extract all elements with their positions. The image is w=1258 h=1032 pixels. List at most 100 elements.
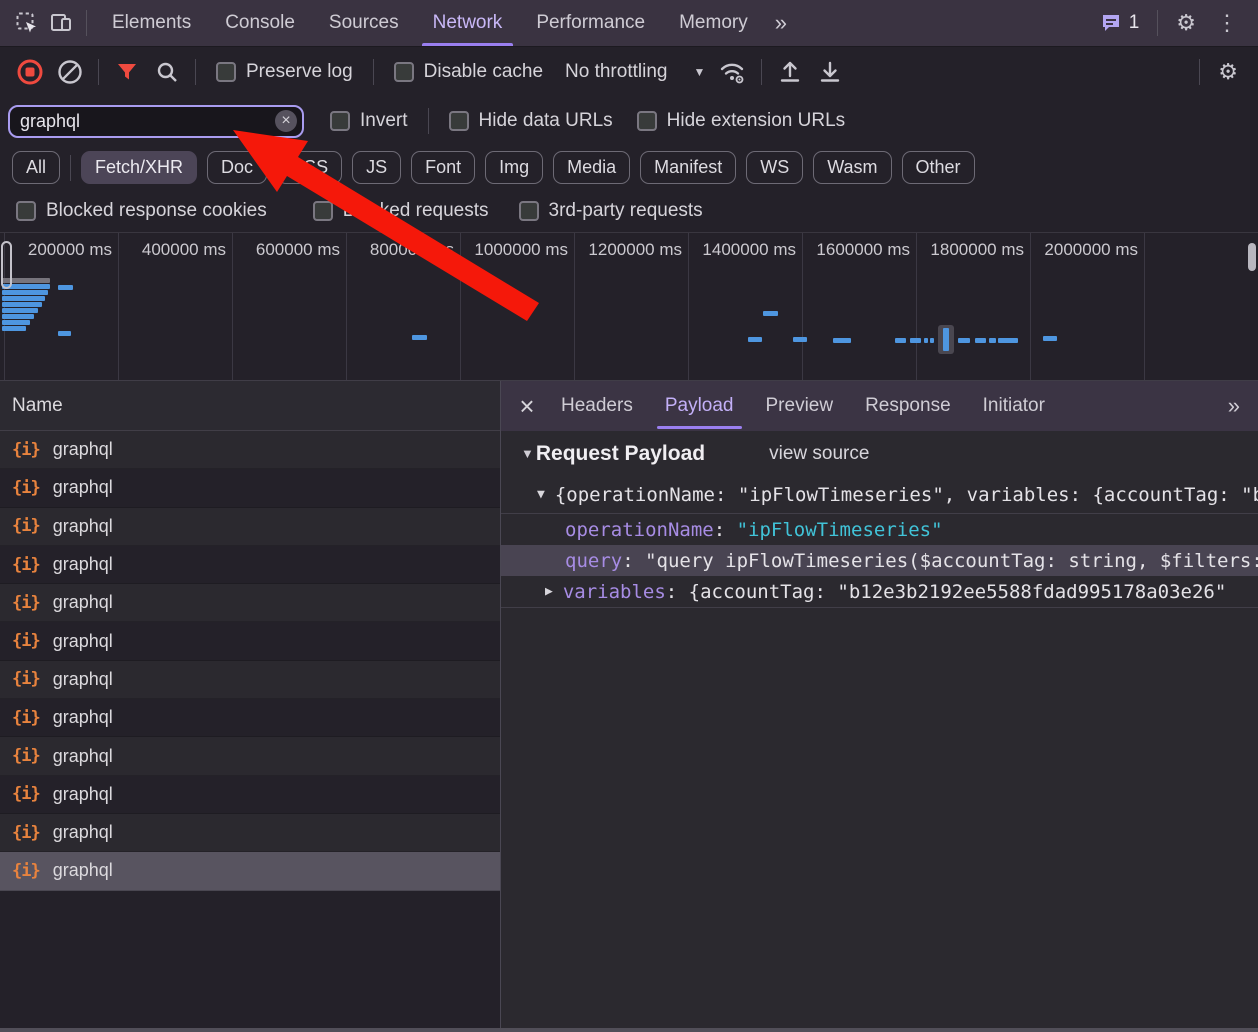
network-overview-timeline[interactable]: 200000 ms 400000 ms 600000 ms 800000 ms … <box>0 232 1258 381</box>
blocked-response-cookies-checkbox[interactable]: Blocked response cookies <box>16 200 267 222</box>
json-request-icon: {i} <box>12 860 41 881</box>
request-name: graphql <box>52 592 113 613</box>
checkbox[interactable] <box>216 61 236 82</box>
waterfall-bar <box>930 338 934 343</box>
import-har-icon[interactable] <box>770 52 810 92</box>
tab-payload[interactable]: Payload <box>649 381 750 431</box>
preserve-log-checkbox[interactable]: Preserve log <box>216 61 353 83</box>
device-toolbar-icon[interactable] <box>44 0 78 46</box>
tab-headers[interactable]: Headers <box>545 381 649 431</box>
chip-font[interactable]: Font <box>411 151 476 184</box>
payload-value: "query ipFlowTimeseries($accountTag: str… <box>645 549 1258 572</box>
request-row[interactable]: {i} graphql <box>0 737 500 776</box>
invert-checkbox[interactable]: Invert <box>330 110 408 132</box>
waterfall-bar <box>748 337 762 342</box>
request-row[interactable]: {i} graphql <box>0 699 500 738</box>
divider <box>1157 10 1159 36</box>
tab-memory[interactable]: Memory <box>662 0 765 46</box>
disable-cache-label: Disable cache <box>423 60 544 82</box>
request-row[interactable]: {i} graphql <box>0 584 500 623</box>
disable-cache-checkbox[interactable]: Disable cache <box>393 60 544 83</box>
filter-input[interactable] <box>20 110 268 132</box>
clear-filter-icon[interactable]: × <box>275 110 297 132</box>
tab-preview[interactable]: Preview <box>750 381 850 431</box>
export-har-icon[interactable] <box>810 52 850 92</box>
payload-preview-line[interactable]: ▼ {operationName: "ipFlowTimeseries", va… <box>501 476 1258 513</box>
more-tabs-icon[interactable]: » <box>765 10 797 36</box>
hide-data-urls-checkbox[interactable]: Hide data URLs <box>448 110 613 132</box>
blocked-requests-checkbox[interactable]: Blocked requests <box>312 200 489 222</box>
payload-row-variables[interactable]: ▶ variables: {accountTag: "b12e3b2192ee5… <box>501 576 1258 607</box>
chip-doc[interactable]: Doc <box>207 151 268 184</box>
request-row-selected[interactable]: {i} graphql <box>0 852 500 891</box>
collapse-triangle-icon[interactable]: ▼ <box>521 446 534 461</box>
tab-sources[interactable]: Sources <box>312 0 416 46</box>
tab-elements[interactable]: Elements <box>95 0 208 46</box>
timeline-scroll-handle[interactable] <box>1 241 12 289</box>
waterfall-bar <box>1043 336 1057 341</box>
request-row[interactable]: {i} graphql <box>0 775 500 814</box>
checkbox[interactable] <box>16 200 36 221</box>
chip-wasm[interactable]: Wasm <box>813 151 892 184</box>
checkbox[interactable] <box>393 61 414 82</box>
request-row[interactable]: {i} graphql <box>0 431 500 470</box>
network-settings-gear-icon[interactable]: ⚙ <box>1208 59 1248 85</box>
payload-row-query[interactable]: query: "query ipFlowTimeseries($accountT… <box>501 545 1258 576</box>
divider <box>372 58 374 85</box>
checkbox[interactable] <box>448 111 469 131</box>
timeline-scrollbar-thumb[interactable] <box>1248 243 1256 271</box>
chip-other[interactable]: Other <box>901 151 975 184</box>
selected-request-marker <box>938 325 954 354</box>
waterfall-bar <box>793 337 807 342</box>
payload-value: "ipFlowTimeseries" <box>736 518 943 541</box>
third-party-requests-checkbox[interactable]: 3rd-party requests <box>518 200 703 222</box>
payload-preview-text: {operationName: "ipFlowTimeseries", vari… <box>554 483 1258 506</box>
message-bubble-icon <box>1102 15 1119 31</box>
network-conditions-icon[interactable] <box>713 52 753 92</box>
more-detail-tabs-icon[interactable]: » <box>1218 393 1250 419</box>
clear-network-log-button[interactable] <box>50 52 90 92</box>
checkbox[interactable] <box>636 111 657 131</box>
name-column-header[interactable]: Name <box>0 381 500 431</box>
tab-performance[interactable]: Performance <box>519 0 662 46</box>
chip-js[interactable]: JS <box>352 151 402 184</box>
collapse-triangle-icon[interactable]: ▼ <box>537 487 545 502</box>
view-source-link[interactable]: view source <box>769 443 869 465</box>
tab-console[interactable]: Console <box>208 0 312 46</box>
divider <box>195 58 196 85</box>
chip-media[interactable]: Media <box>553 151 631 184</box>
record-network-log-button[interactable] <box>10 52 50 92</box>
hide-extension-urls-checkbox[interactable]: Hide extension URLs <box>636 110 845 132</box>
chip-ws[interactable]: WS <box>746 151 804 184</box>
inspect-element-icon[interactable] <box>10 0 44 46</box>
request-row[interactable]: {i} graphql <box>0 660 500 700</box>
chip-img[interactable]: Img <box>485 151 544 184</box>
search-icon[interactable] <box>147 52 187 92</box>
request-row[interactable]: {i} graphql <box>0 813 500 853</box>
throttling-dropdown[interactable]: No throttling ▼ <box>565 61 705 83</box>
chip-css[interactable]: CSS <box>277 151 343 184</box>
request-row[interactable]: {i} graphql <box>0 469 500 508</box>
request-row[interactable]: {i} graphql <box>0 622 500 661</box>
kebab-menu-icon[interactable]: ⋮ <box>1206 10 1248 36</box>
payload-key: variables <box>562 580 666 603</box>
request-row[interactable]: {i} graphql <box>0 545 500 585</box>
tab-network[interactable]: Network <box>416 0 520 46</box>
checkbox[interactable] <box>518 200 539 221</box>
tab-response[interactable]: Response <box>849 381 967 431</box>
request-row[interactable]: {i} graphql <box>0 507 500 546</box>
payload-row-operationName[interactable]: operationName: "ipFlowTimeseries" <box>501 514 1258 545</box>
chip-all[interactable]: All <box>12 151 61 184</box>
tab-initiator[interactable]: Initiator <box>967 381 1061 431</box>
chip-manifest[interactable]: Manifest <box>640 151 737 184</box>
waterfall-bar <box>763 311 778 316</box>
expand-triangle-icon[interactable]: ▶ <box>545 584 553 599</box>
close-icon[interactable]: × <box>509 388 545 424</box>
waterfall-bar <box>58 331 71 336</box>
filter-funnel-icon[interactable] <box>107 52 147 92</box>
settings-gear-icon[interactable]: ⚙ <box>1166 10 1206 36</box>
issues-badge[interactable]: 1 <box>1100 12 1139 34</box>
chip-fetch-xhr[interactable]: Fetch/XHR <box>81 151 198 184</box>
checkbox[interactable] <box>312 200 333 221</box>
checkbox[interactable] <box>330 111 350 131</box>
